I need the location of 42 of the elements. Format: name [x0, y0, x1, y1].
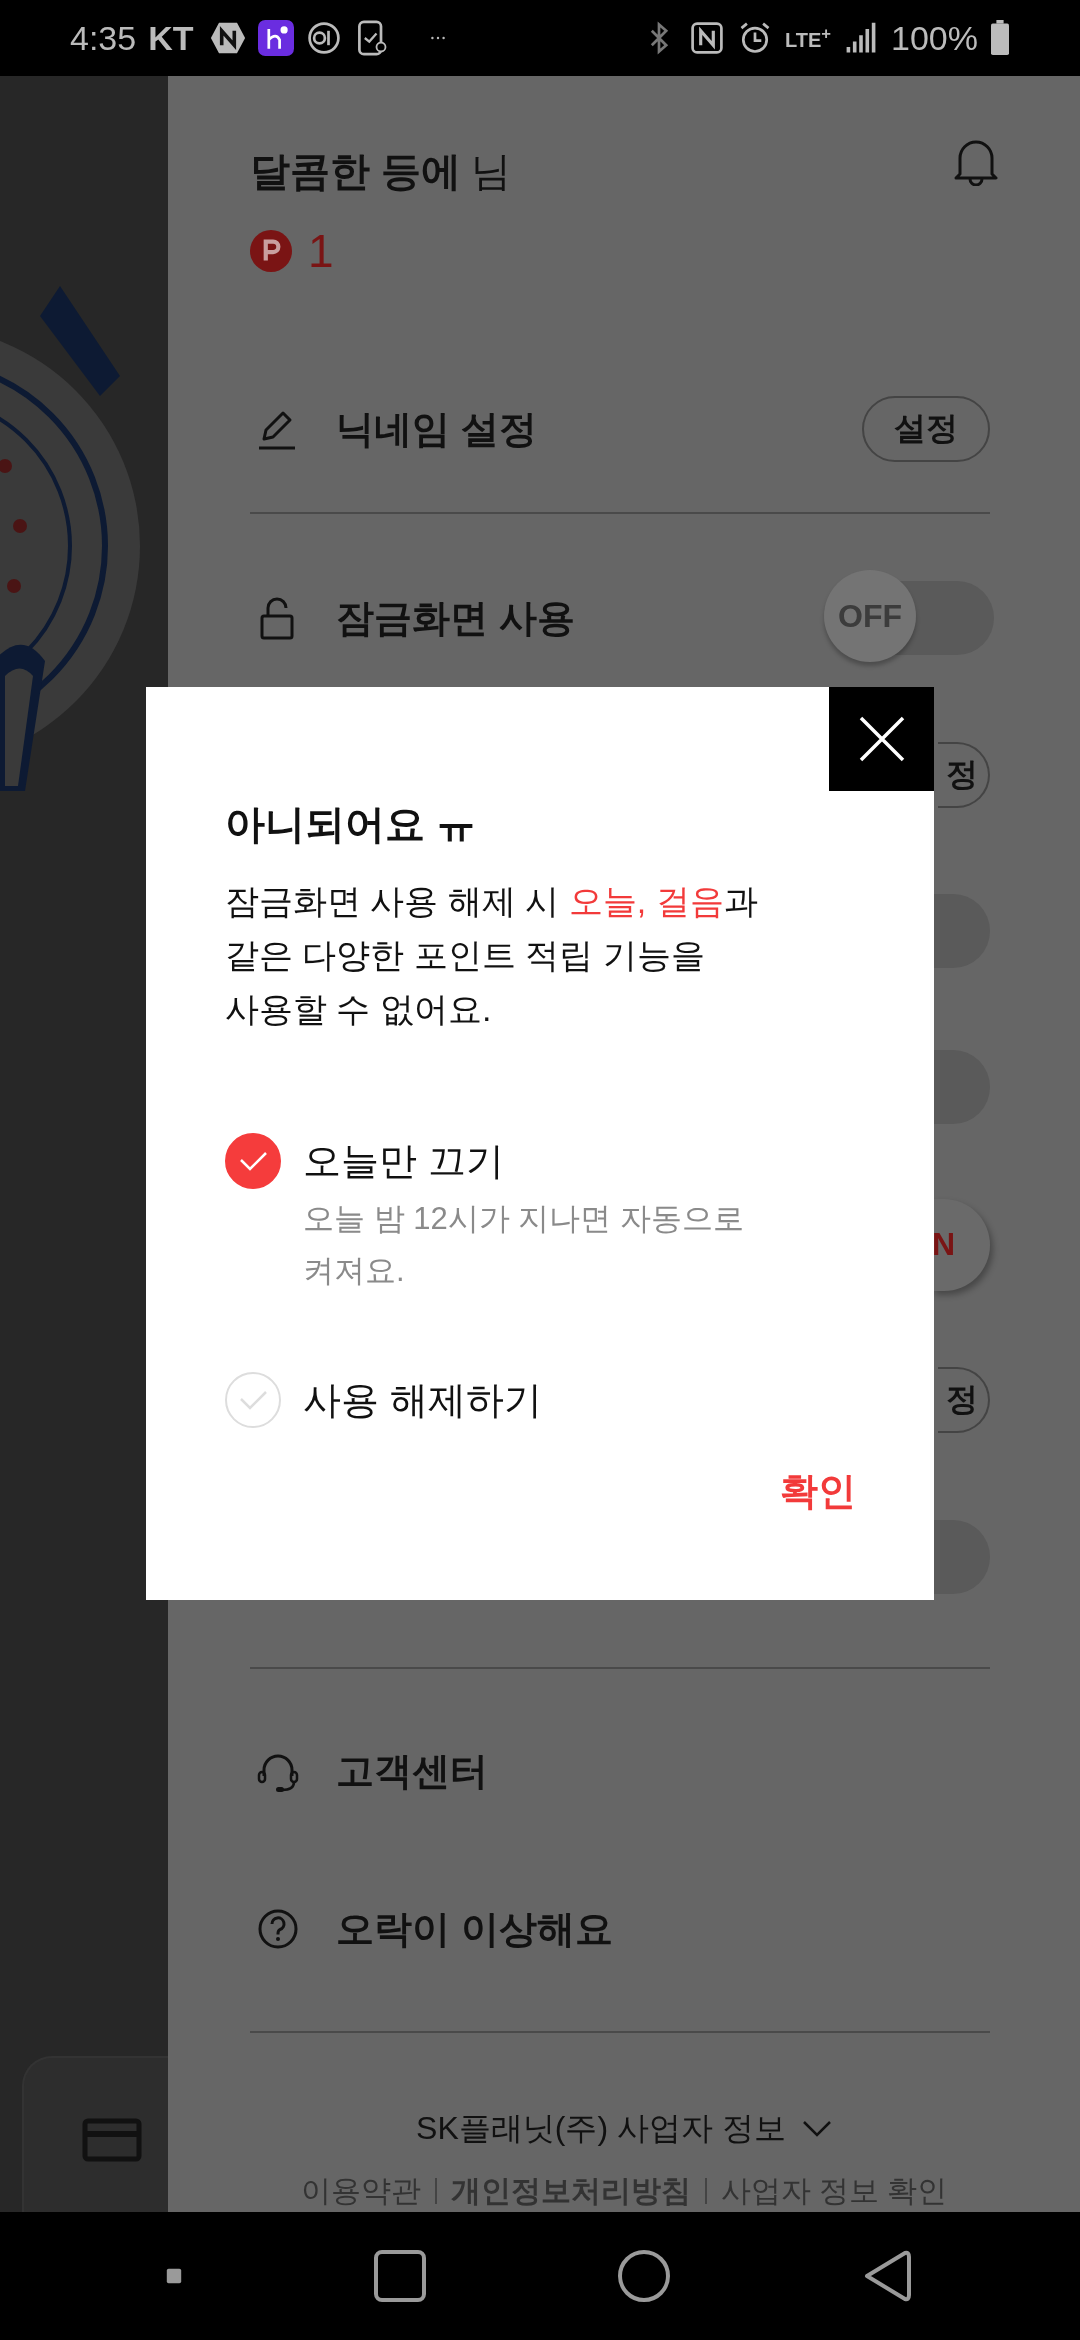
radio-button[interactable]: [225, 1133, 281, 1189]
dialog-title: 아니되어요 ㅠ: [225, 801, 478, 848]
more-icon: [429, 35, 446, 41]
check-icon: [238, 1390, 268, 1410]
dialog-message: 잠금화면 사용 해제 시 오늘, 걸음과 같은 다양한 포인트 적립 기능을 사용할 수 없어요.: [225, 881, 759, 1030]
home-icon[interactable]: [617, 2249, 671, 2303]
battery-level: 100%: [891, 18, 978, 58]
toggle-knob: OFF: [824, 570, 916, 663]
point-icon: [250, 230, 292, 272]
setting-button[interactable]: 설정: [862, 396, 990, 463]
menu-item-label: 닉네임 설정: [336, 406, 537, 452]
menu-item-label[interactable]: 오락이 이상해요: [336, 1903, 613, 1955]
app-icon: [257, 20, 294, 56]
setting-button[interactable]: 정: [938, 741, 990, 808]
network-type: LTE$^{+}$: [785, 24, 832, 52]
toggle-switch[interactable]: [932, 1050, 990, 1125]
nfc-icon: [689, 20, 725, 56]
status-time: 4:35: [70, 18, 137, 58]
option-description: 오늘 밤 12시가 지나면 자동으로 켜져요.: [303, 1200, 744, 1290]
company-info-toggle[interactable]: SK플래닛(주) 사업자 정보: [416, 2107, 832, 2151]
toggle-switch[interactable]: [932, 894, 990, 969]
menu-item-label: 잠금화면 사용: [336, 595, 575, 641]
point-count: 1: [308, 224, 334, 278]
setting-button[interactable]: 정: [938, 1367, 990, 1434]
name-suffix: 님: [471, 147, 512, 195]
circle-icon: [305, 20, 342, 56]
close-button[interactable]: [829, 687, 934, 791]
chevron-down-icon: [801, 2120, 832, 2138]
user-name: 달콤한 등에: [250, 147, 462, 195]
toggle-switch[interactable]: OFF: [824, 570, 994, 667]
option-label[interactable]: 오늘만 끄기: [303, 1133, 744, 1189]
recent-apps-icon[interactable]: [373, 2249, 427, 2303]
check-icon: [238, 1151, 268, 1171]
credit-card-icon: [82, 2118, 142, 2162]
battery-icon: [990, 20, 1010, 56]
option-label[interactable]: 사용 해제하기: [303, 1372, 542, 1428]
toggle-switch[interactable]: [932, 1519, 990, 1594]
confirm-button[interactable]: 확인: [762, 1456, 874, 1527]
toggle-knob: N: [932, 1198, 990, 1291]
menu-item-label[interactable]: 고객센터: [336, 1746, 488, 1798]
carrier-name: KT: [148, 18, 194, 58]
hexagon-icon: [209, 20, 246, 56]
